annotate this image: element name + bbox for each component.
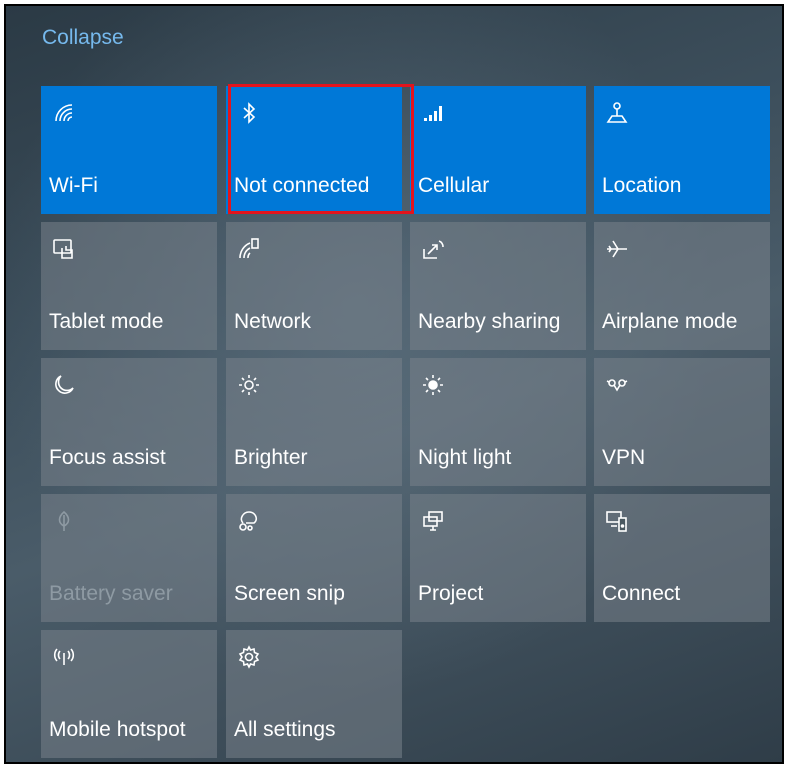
tile-screen-snip[interactable]: Screen snip [226,494,402,622]
tile-label: Network [234,310,312,333]
tile-label: Battery saver [49,582,173,605]
tile-label: Project [418,582,484,605]
wifi-icon [51,100,77,126]
tile-network[interactable]: Network [226,222,402,350]
tile-nearby-sharing[interactable]: Nearby sharing [410,222,586,350]
tile-label: Connect [602,582,681,605]
tile-label: Tablet mode [49,310,164,333]
tile-brighter[interactable]: Brighter [226,358,402,486]
location-icon [604,100,630,126]
gear-icon [236,644,262,670]
vpn-icon [604,372,630,398]
tile-connect[interactable]: Connect [594,494,770,622]
tile-label: Nearby sharing [418,310,561,333]
tile-label: Wi-Fi [49,174,98,197]
sun-icon [236,372,262,398]
tile-label: Location [602,174,682,197]
tile-label: Screen snip [234,582,345,605]
tile-cellular[interactable]: Cellular [410,86,586,214]
project-icon [420,508,446,534]
tile-label: Focus assist [49,446,166,469]
cellular-signal-icon [420,100,446,126]
tile-bluetooth[interactable]: Not connected [226,86,402,214]
battery-saver-leaf-icon [51,508,77,534]
tile-label: Cellular [418,174,490,197]
tile-project[interactable]: Project [410,494,586,622]
tile-label: Brighter [234,446,308,469]
tile-label: Night light [418,446,512,469]
tile-night-light[interactable]: Night light [410,358,586,486]
nearby-sharing-icon [420,236,446,262]
collapse-link[interactable]: Collapse [42,26,124,50]
tile-label: Not connected [234,174,370,197]
tile-label: Airplane mode [602,310,738,333]
connect-icon [604,508,630,534]
tile-label: VPN [602,446,646,469]
moon-icon [51,372,77,398]
night-light-icon [420,372,446,398]
network-icon [236,236,262,262]
tile-location[interactable]: Location [594,86,770,214]
bluetooth-icon [236,100,262,126]
hotspot-icon [51,644,77,670]
tile-focus-assist[interactable]: Focus assist [41,358,217,486]
tile-tablet-mode[interactable]: Tablet mode [41,222,217,350]
tile-vpn[interactable]: VPN [594,358,770,486]
airplane-icon [604,236,630,262]
tile-wifi[interactable]: Wi-Fi [41,86,217,214]
tile-battery-saver[interactable]: Battery saver [41,494,217,622]
tile-all-settings[interactable]: All settings [226,630,402,758]
scissors-icon [236,508,262,534]
tablet-mode-icon [51,236,77,262]
tile-airplane-mode[interactable]: Airplane mode [594,222,770,350]
tile-label: Mobile hotspot [49,718,186,741]
action-center-panel: Collapse Wi-Fi Not connected Cellular Lo… [4,4,784,764]
tile-label: All settings [234,718,336,741]
tile-mobile-hotspot[interactable]: Mobile hotspot [41,630,217,758]
